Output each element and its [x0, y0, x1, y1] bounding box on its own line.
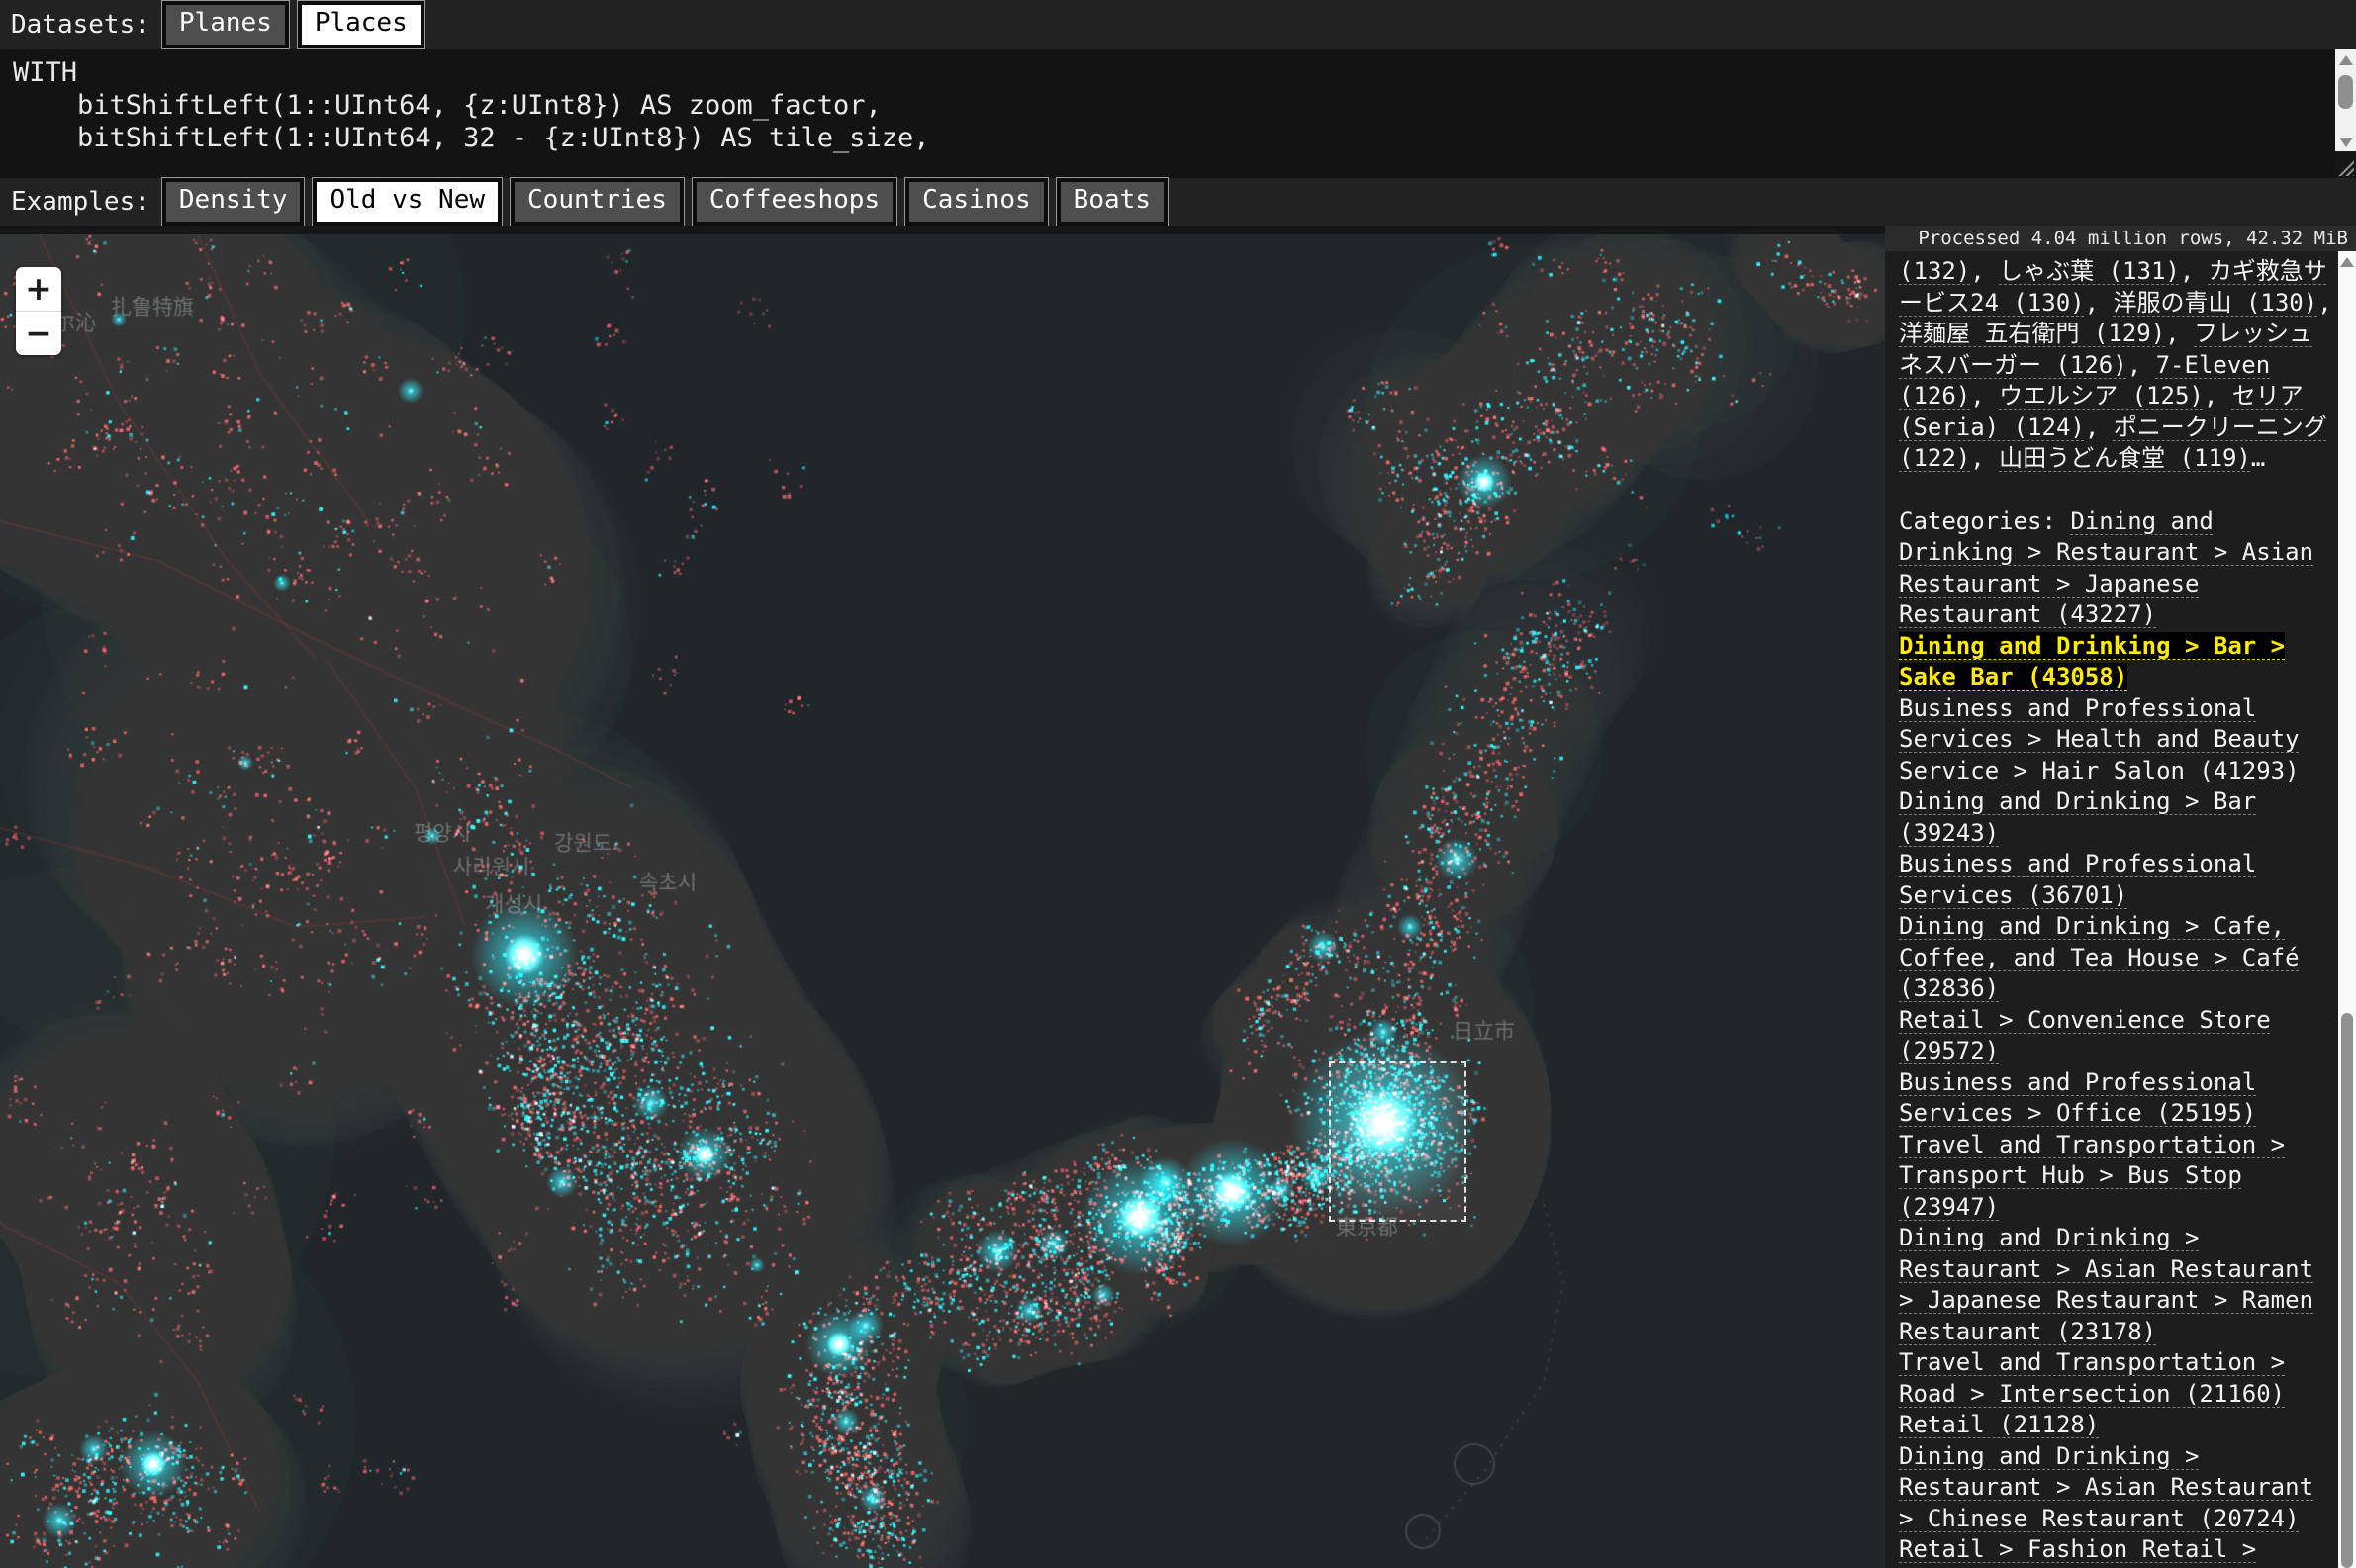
- example-button-coffeeshops[interactable]: Coffeeshops: [693, 178, 896, 225]
- example-button-old-vs-new[interactable]: Old vs New: [313, 178, 502, 225]
- query-editor-scrollbar[interactable]: [2335, 49, 2356, 178]
- category-link[interactable]: Travel and Transportation > Road > Inter…: [1899, 1348, 2285, 1408]
- category-link-highlighted[interactable]: Dining and Drinking > Bar > Sake Bar (43…: [1899, 632, 2285, 692]
- scroll-down-arrow-icon[interactable]: [2339, 138, 2353, 147]
- name-link[interactable]: 山田うどん食堂 (119): [1999, 444, 2251, 472]
- map-canvas[interactable]: [0, 234, 1885, 1568]
- category-link[interactable]: Travel and Transportation > Transport Hu…: [1899, 1131, 2285, 1221]
- example-button-density[interactable]: Density: [162, 178, 305, 225]
- category-link[interactable]: Retail (21128): [1899, 1411, 2099, 1438]
- examples-bar: Examples: DensityOld vs NewCountriesCoff…: [0, 178, 2356, 226]
- examples-label: Examples:: [11, 187, 150, 217]
- query-scroll-thumb[interactable]: [2338, 75, 2353, 109]
- map-zoom-control: + −: [16, 267, 61, 355]
- right-panel-body: (132), しゃぶ葉 (131), カギ救急サービス24 (130), 洋服の…: [1885, 251, 2356, 1568]
- datasets-buttons: PlanesPlaces: [162, 1, 424, 47]
- example-button-casinos[interactable]: Casinos: [905, 178, 1048, 225]
- status-text: Processed 4.04 million rows, 42.32 MiB: [1918, 228, 2348, 249]
- name-link[interactable]: ウエルシア (125): [1999, 382, 2204, 410]
- results-sidebar: (132), しゃぶ葉 (131), カギ救急サービス24 (130), 洋服の…: [1885, 251, 2338, 1568]
- category-link[interactable]: Business and Professional Services > Off…: [1899, 1068, 2256, 1128]
- sidebar-scroll-up-arrow-icon[interactable]: [2340, 257, 2354, 267]
- map-selection-box: [1329, 1061, 1466, 1222]
- example-button-boats[interactable]: Boats: [1057, 178, 1168, 225]
- category-link[interactable]: Dining and Drinking > Bar (39243): [1899, 787, 2256, 847]
- category-link[interactable]: Dining and Drinking > Restaurant > Asian…: [1899, 1224, 2313, 1345]
- category-link[interactable]: Retail > Fashion Retail > Clothing Store…: [1899, 1535, 2256, 1568]
- dataset-button-places[interactable]: Places: [298, 1, 424, 47]
- map: + −: [0, 226, 1885, 1568]
- category-link[interactable]: Retail > Convenience Store (29572): [1899, 1006, 2271, 1065]
- categories-list: Categories: Dining and Drinking > Restau…: [1899, 507, 2332, 1568]
- examples-buttons: DensityOld vs NewCountriesCoffeeshopsCas…: [162, 178, 1168, 225]
- query-editor[interactable]: [0, 49, 2335, 178]
- dataset-button-planes[interactable]: Planes: [162, 1, 289, 47]
- name-link[interactable]: しゃぶ葉 (131): [1999, 257, 2180, 285]
- query-scroll-track[interactable]: [2335, 67, 2356, 136]
- app-root: Datasets: PlanesPlaces Examples: Density…: [0, 0, 2356, 1568]
- right-panel: Processed 4.04 million rows, 42.32 MiB (…: [1885, 226, 2356, 1568]
- zoom-in-button[interactable]: +: [16, 267, 61, 311]
- query-editor-row: [0, 49, 2356, 178]
- scroll-up-arrow-icon[interactable]: [2339, 55, 2353, 65]
- categories-label: Categories:: [1899, 507, 2070, 535]
- main-area: + − Processed 4.04 million rows, 42.32 M…: [0, 226, 2356, 1568]
- name-link[interactable]: 洋服の青山 (130): [2114, 289, 2318, 317]
- name-link[interactable]: (132): [1899, 257, 1970, 285]
- category-link[interactable]: Dining and Drinking > Cafe, Coffee, and …: [1899, 912, 2300, 1002]
- category-link[interactable]: Business and Professional Services > Hea…: [1899, 694, 2300, 784]
- datasets-bar: Datasets: PlanesPlaces: [0, 0, 2356, 49]
- sidebar-scroll-thumb[interactable]: [2341, 1013, 2353, 1568]
- name-link[interactable]: 洋麺屋 五右衛門 (129): [1899, 320, 2165, 347]
- top-names-list: (132), しゃぶ葉 (131), カギ救急サービス24 (130), 洋服の…: [1899, 256, 2332, 475]
- sidebar-scrollbar[interactable]: [2338, 251, 2356, 1568]
- example-button-countries[interactable]: Countries: [511, 178, 684, 225]
- datasets-label: Datasets:: [11, 10, 150, 40]
- zoom-out-button[interactable]: −: [16, 312, 61, 355]
- category-link[interactable]: Business and Professional Services (3670…: [1899, 850, 2256, 909]
- status-bar: Processed 4.04 million rows, 42.32 MiB: [1885, 226, 2356, 251]
- resize-grip-icon[interactable]: [2335, 151, 2356, 178]
- category-link[interactable]: Dining and Drinking > Restaurant > Asian…: [1899, 1442, 2313, 1532]
